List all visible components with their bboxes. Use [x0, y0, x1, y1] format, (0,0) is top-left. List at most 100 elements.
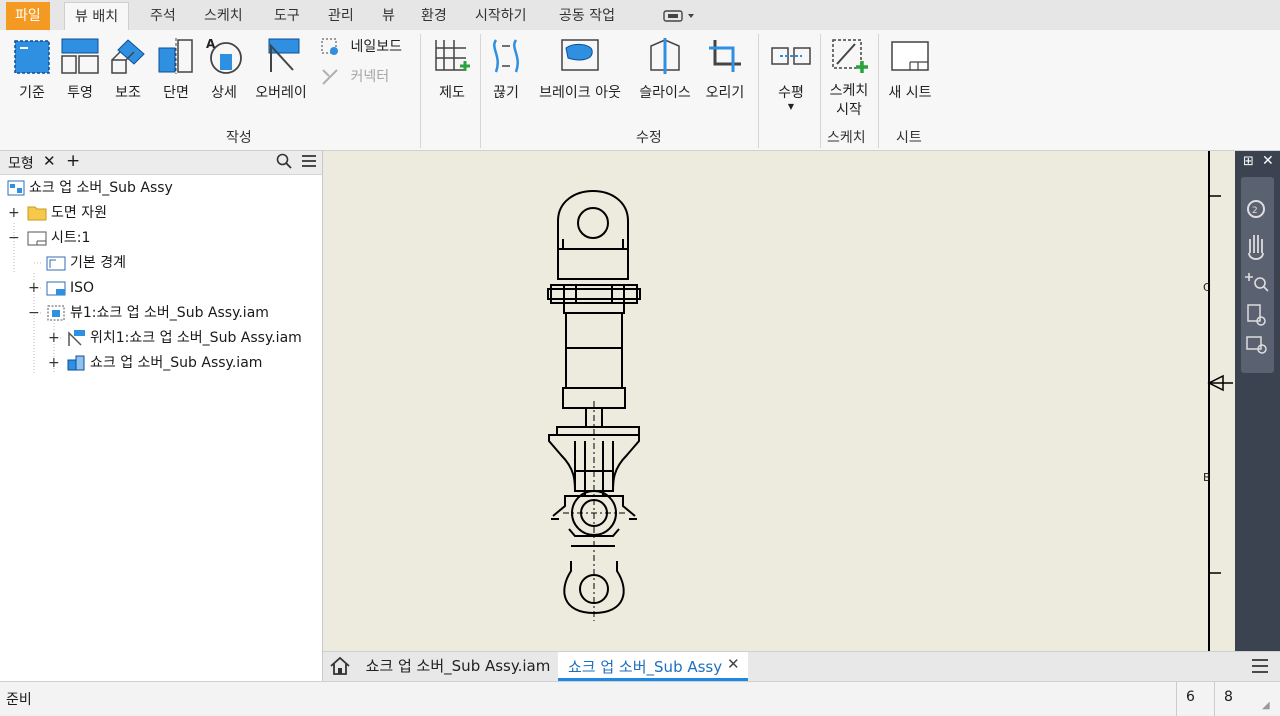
tab-manage[interactable]: 관리	[326, 2, 356, 30]
close-icon[interactable]: ✕	[1262, 153, 1274, 169]
projected-view-button[interactable]: 투영	[58, 36, 102, 102]
overlay-view-icon	[268, 38, 300, 72]
zoom-selected-icon[interactable]	[1239, 313, 1276, 349]
document-tabs: 쇼크 업 소버_Sub Assy.iam 쇼크 업 소버_Sub Assy ✕	[323, 651, 1280, 681]
close-icon[interactable]: ✕	[727, 655, 740, 673]
screen-mode-dropdown-icon[interactable]	[660, 8, 698, 26]
slice-label: 슬라이스	[639, 85, 691, 101]
detail-view-icon: A	[206, 37, 242, 74]
detail-view-button[interactable]: A 상세	[202, 36, 246, 102]
divider	[1176, 682, 1177, 716]
projected-view-label: 투영	[67, 85, 93, 101]
home-icon[interactable]	[329, 656, 351, 680]
search-icon[interactable]	[276, 153, 292, 173]
collapse-icon[interactable]: −	[8, 227, 20, 249]
crop-label: 오리기	[705, 85, 745, 101]
positional-rep-icon	[68, 330, 85, 346]
tab-get-started[interactable]: 시작하기	[473, 2, 529, 30]
draft-view-label: 제도	[439, 85, 465, 101]
browser-header: 모형 ✕ +	[0, 151, 322, 175]
tree-item-root[interactable]: 쇼크 업 소버_Sub Assy	[7, 177, 173, 199]
section-view-button[interactable]: 단면	[154, 36, 198, 102]
divider	[1214, 682, 1215, 716]
break-out-label: 브레이크 아웃	[539, 85, 621, 101]
new-sheet-button[interactable]: 새 시트	[884, 36, 936, 102]
break-button[interactable]: 끊기	[486, 36, 526, 102]
zoom-icon[interactable]	[1239, 241, 1276, 277]
tab-environment[interactable]: 환경	[419, 2, 449, 30]
add-tab-icon[interactable]: +	[66, 151, 80, 171]
expand-icon[interactable]: +	[48, 327, 60, 349]
tree-item-assembly[interactable]: 쇼크 업 소버_Sub Assy.iam	[66, 352, 262, 374]
tree-item-label: 쇼크 업 소버_Sub Assy.iam	[90, 355, 263, 371]
break-icon	[493, 39, 519, 73]
zoom-window-icon[interactable]	[1239, 277, 1276, 313]
panel-layout-icon[interactable]: ⊞	[1243, 154, 1254, 169]
draft-view-button[interactable]: 제도	[430, 36, 474, 102]
tab-view[interactable]: 뷰	[380, 2, 397, 30]
tree-item-iso[interactable]: ISO	[46, 277, 94, 299]
align-horizontal-label: 수평	[778, 85, 804, 101]
slice-button[interactable]: 슬라이스	[634, 36, 696, 102]
tree-item-label: 시트:1	[51, 230, 91, 246]
overlay-view-button[interactable]: 오버레이	[250, 36, 312, 102]
menu-icon[interactable]	[1251, 658, 1269, 678]
menu-icon[interactable]	[301, 153, 317, 173]
close-icon[interactable]: ✕	[43, 152, 56, 170]
tree-item-position1[interactable]: 위치1:쇼크 업 소버_Sub Assy.iam	[66, 327, 302, 349]
expand-icon[interactable]: +	[8, 202, 20, 224]
full-navigation-wheel-icon[interactable]	[1239, 173, 1276, 201]
divider	[758, 34, 759, 148]
section-view-icon	[158, 38, 193, 74]
create-panel-label: 작성	[226, 130, 252, 146]
tab-annotate[interactable]: 주석	[148, 2, 178, 30]
tab-file[interactable]: 파일	[6, 2, 50, 30]
base-view-label: 기준	[19, 85, 45, 101]
tab-tools[interactable]: 도구	[272, 2, 302, 30]
break-label: 끊기	[493, 85, 519, 101]
sheet-panel-label: 시트	[896, 130, 922, 146]
tree-item-drawing-resources[interactable]: 도면 자원	[27, 202, 107, 224]
break-out-button[interactable]: 브레이크 아웃	[532, 36, 628, 102]
divider	[480, 34, 481, 148]
menu-bar: 파일 뷰 배치 주석 스케치 도구 관리 뷰 환경 시작하기 공동 작업	[0, 0, 1280, 30]
resize-grip-icon[interactable]: ◢	[1262, 700, 1270, 711]
align-horizontal-button[interactable]: 수평 ▼	[768, 36, 814, 112]
tab-view-layout[interactable]: 뷰 배치	[64, 2, 130, 30]
base-view-button[interactable]: 기준	[10, 36, 54, 102]
auxiliary-view-label: 보조	[115, 85, 141, 101]
auxiliary-view-button[interactable]: 보조	[106, 36, 150, 102]
tree-item-label: 기본 경계	[70, 255, 126, 271]
expand-icon[interactable]: +	[28, 277, 40, 299]
tab-sketch[interactable]: 스케치	[202, 2, 245, 30]
collapse-icon[interactable]: −	[28, 302, 40, 324]
tree-item-view1[interactable]: 뷰1:쇼크 업 소버_Sub Assy.iam	[46, 302, 269, 324]
pan-icon[interactable]	[1239, 203, 1276, 239]
break-out-icon	[561, 39, 599, 71]
title-block-icon	[46, 281, 66, 296]
slice-icon	[650, 38, 680, 74]
crop-button[interactable]: 오리기	[702, 36, 748, 102]
drawing-canvas[interactable]: C B	[323, 151, 1235, 651]
section-view-label: 단면	[163, 85, 189, 101]
zone-label-c: C	[1203, 281, 1211, 294]
shock-absorber-drawing	[547, 151, 1233, 651]
auxiliary-view-icon	[111, 39, 145, 74]
divider	[820, 34, 821, 148]
doc-tab-drawing-active[interactable]: 쇼크 업 소버_Sub Assy ✕	[558, 652, 748, 681]
connector-button[interactable]: 커넥터	[320, 66, 389, 88]
start-sketch-button[interactable]: 스케치 시작	[826, 36, 872, 120]
status-bar: 준비 6 8 ◢	[0, 681, 1280, 716]
tree-item-default-border[interactable]: 기본 경계	[46, 252, 126, 274]
projected-view-icon	[61, 38, 99, 74]
start-sketch-icon	[832, 39, 868, 73]
tab-collaborate[interactable]: 공동 작업	[557, 2, 617, 30]
sheet-icon	[27, 231, 47, 246]
base-view-icon	[14, 40, 50, 74]
doc-tab-assembly[interactable]: 쇼크 업 소버_Sub Assy.iam	[359, 652, 557, 681]
tree-item-sheet[interactable]: 시트:1	[27, 227, 90, 249]
tab-model[interactable]: 모형	[8, 153, 34, 173]
expand-icon[interactable]: +	[48, 352, 60, 374]
nailboard-button[interactable]: 네일보드	[320, 36, 402, 58]
chevron-down-icon: ▼	[787, 102, 795, 111]
